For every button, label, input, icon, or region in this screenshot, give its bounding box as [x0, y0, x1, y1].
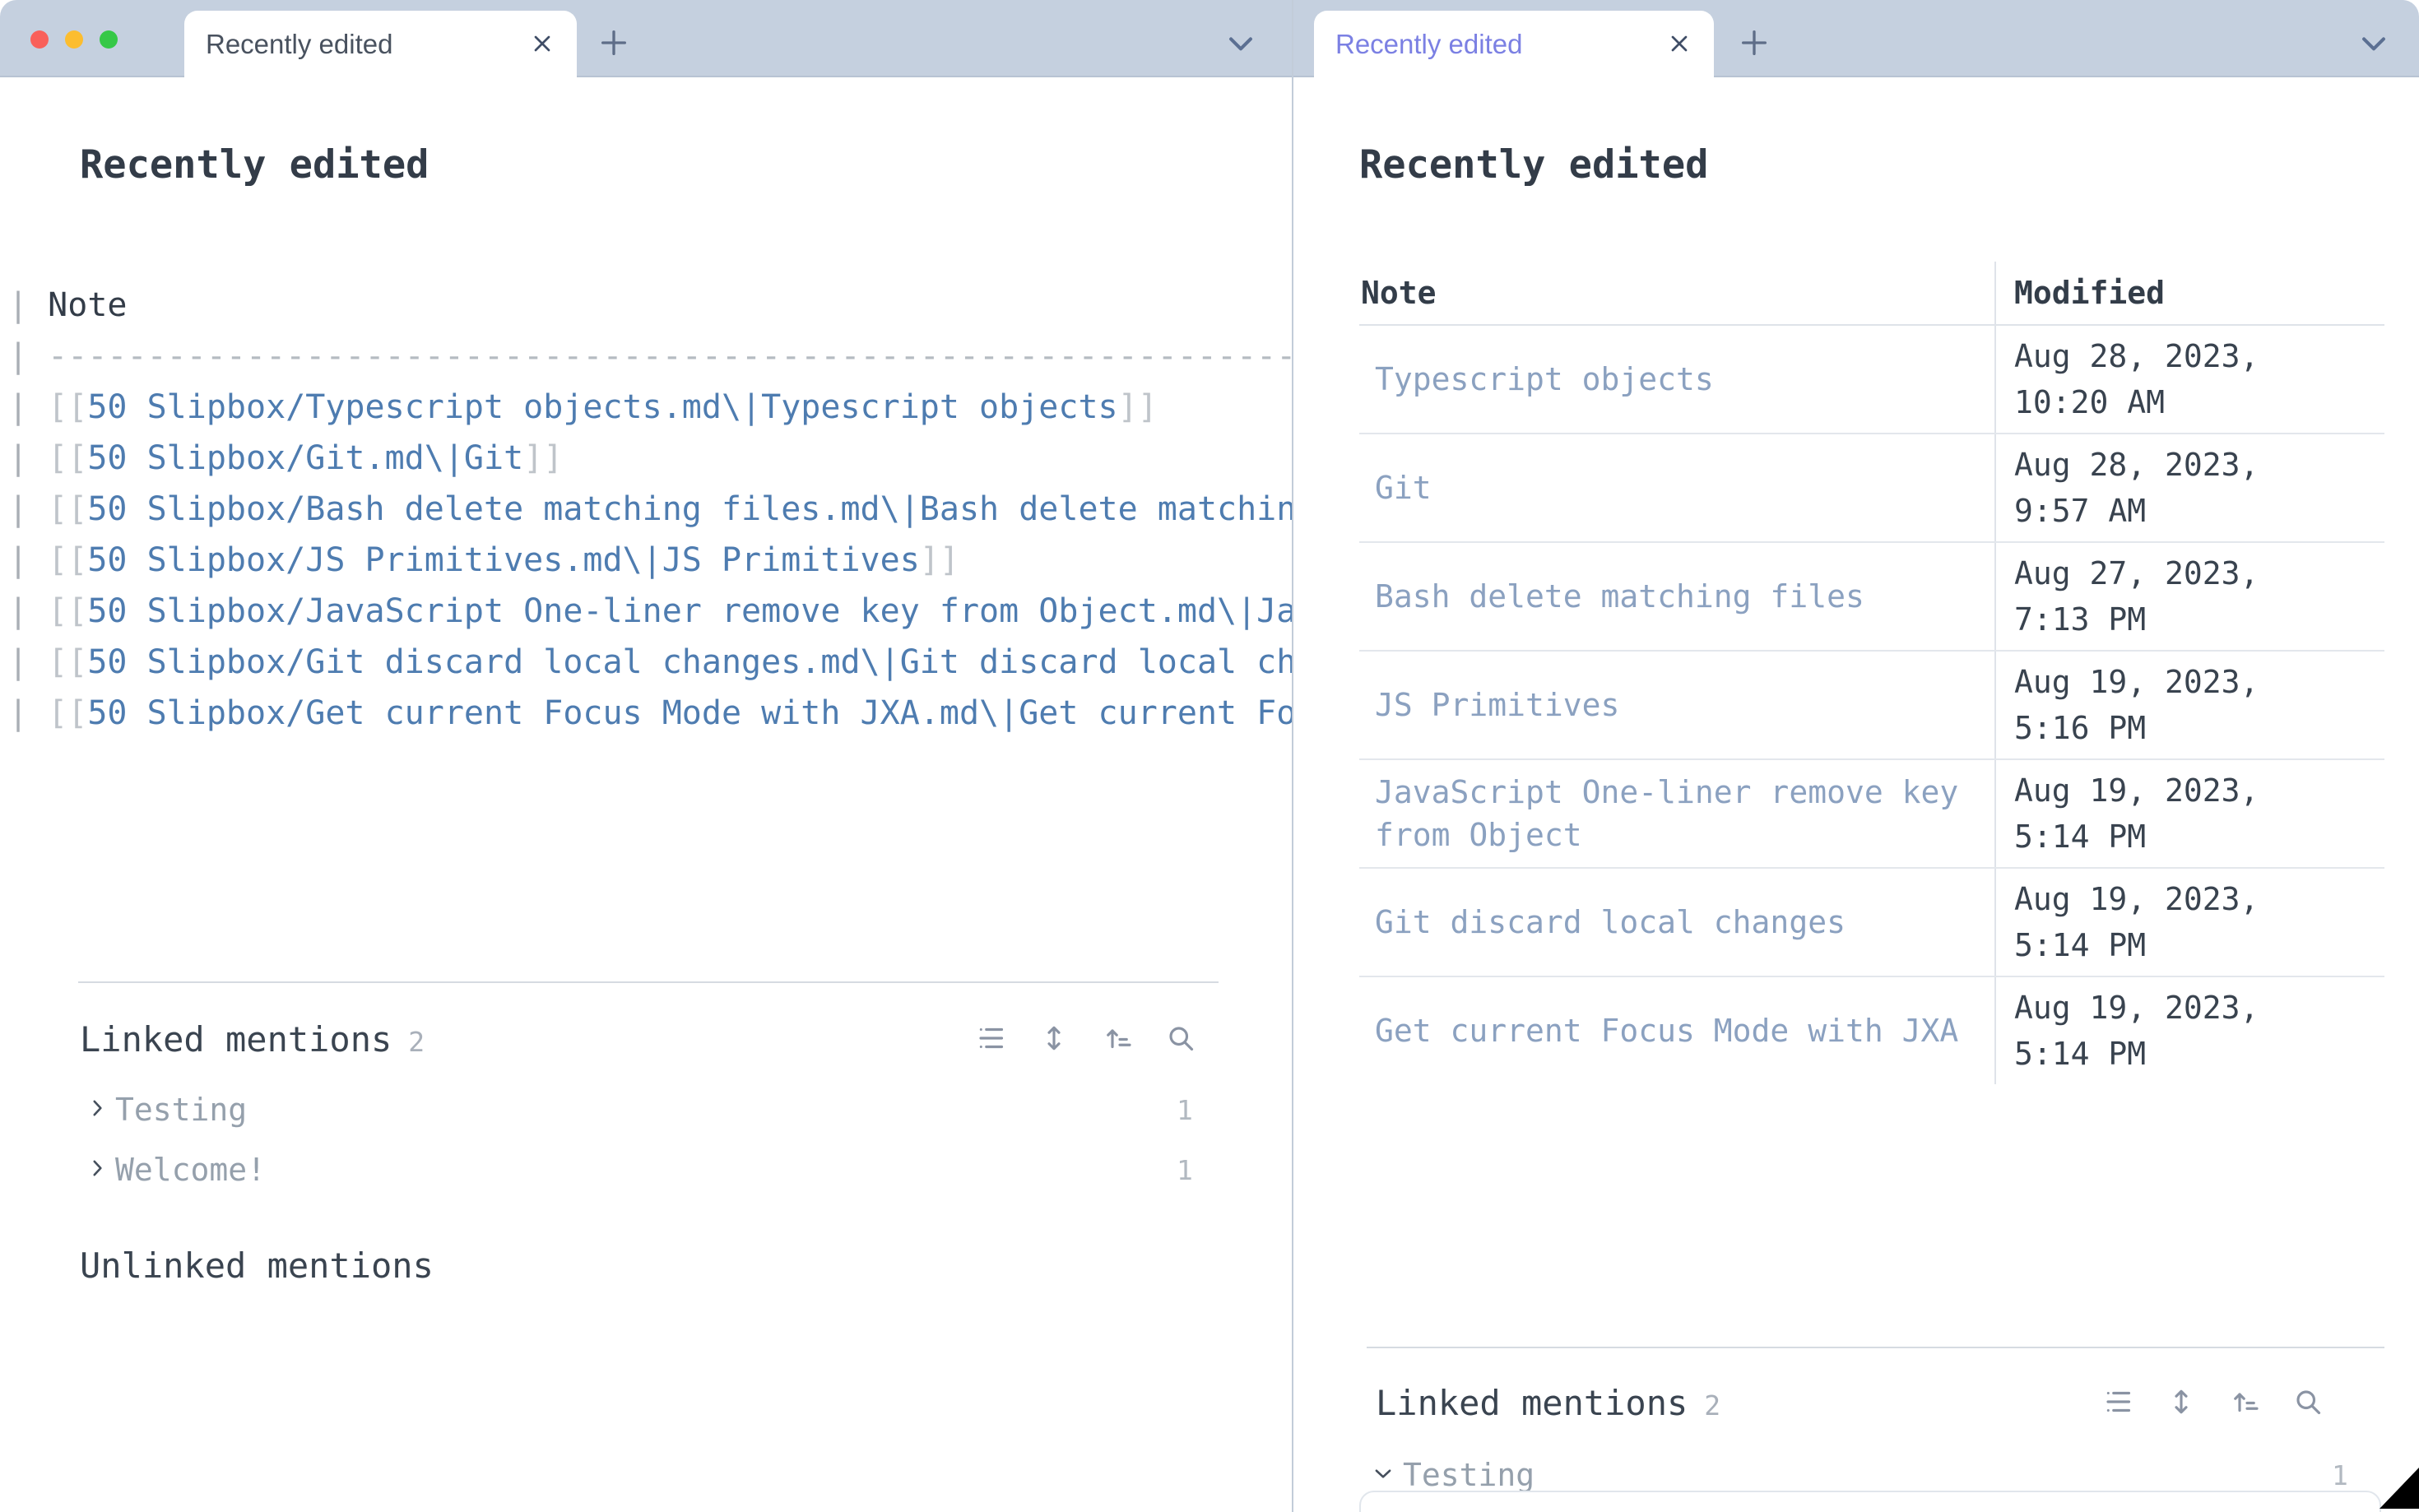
tab-title: Recently edited — [206, 11, 392, 77]
bullet-list-icon[interactable] — [976, 1023, 1005, 1056]
column-header-note: Note — [1359, 262, 1995, 325]
note-link[interactable]: JavaScript One-liner remove key from Obj… — [1359, 759, 1995, 868]
linked-mentions-heading: Linked mentions2 — [1376, 1384, 1720, 1422]
tab-recently-edited-right[interactable]: Recently edited — [1314, 11, 1714, 77]
modified-date: Aug 19, 2023, 5:14 PM — [1995, 868, 2384, 976]
backlink-item-count: 1 — [1177, 1094, 1193, 1127]
note-title: Recently edited — [80, 140, 429, 191]
wikilink[interactable]: 50 Slipbox/Git discard local changes.md\… — [87, 643, 1292, 681]
note-title: Recently edited — [1359, 140, 1708, 191]
chevron-right-icon[interactable] — [86, 1097, 108, 1122]
expand-collapse-icon[interactable] — [2166, 1387, 2196, 1420]
backlinks-toolbar — [2103, 1387, 2323, 1420]
pane-resize-handle[interactable] — [1292, 0, 1293, 1512]
editor-line-table-header[interactable]: | Note — [8, 280, 128, 331]
table-row: Get current Focus Mode with JXA Aug 19, … — [1359, 976, 2384, 1084]
backlink-item-welcome[interactable]: Welcome! — [115, 1151, 266, 1189]
note-link[interactable]: Git discard local changes — [1359, 868, 1995, 976]
search-icon[interactable] — [2293, 1387, 2323, 1420]
column-header-modified: Modified — [1995, 262, 2384, 325]
tabbar-right: Recently edited — [1293, 0, 2419, 77]
recently-edited-table: Note Modified Typescript objects Aug 28,… — [1359, 262, 2384, 1084]
editor-line-wikilink[interactable]: | [[50 Slipbox/Bash delete matching file… — [8, 484, 1292, 535]
linked-mentions-count: 2 — [1704, 1389, 1720, 1422]
modified-date: Aug 19, 2023, 5:14 PM — [1995, 976, 2384, 1084]
editor-line-wikilink[interactable]: | [[50 Slipbox/JavaScript One-liner remo… — [8, 586, 1292, 637]
backlinks-toolbar — [976, 1023, 1196, 1056]
unlinked-mentions-heading: Unlinked mentions — [80, 1247, 434, 1285]
close-tab-icon[interactable] — [1666, 30, 1692, 60]
modified-date: Aug 27, 2023, 7:13 PM — [1995, 542, 2384, 651]
new-tab-icon[interactable] — [597, 26, 630, 63]
backlink-item-count: 1 — [1177, 1154, 1193, 1187]
backlinks-divider — [1367, 1347, 2384, 1348]
note-link[interactable]: Git — [1359, 434, 1995, 542]
editor-line-table-separator[interactable]: | --------------------------------------… — [8, 331, 1292, 382]
wikilink[interactable]: 50 Slipbox/Git.md\|Git — [87, 439, 523, 477]
backlink-item-count: 1 — [2332, 1459, 2348, 1492]
table-row: JS Primitives Aug 19, 2023, 5:16 PM — [1359, 651, 2384, 759]
editor-line-wikilink[interactable]: | [[50 Slipbox/Git.md\|Git]] — [8, 433, 563, 484]
wikilink[interactable]: 50 Slipbox/Bash delete matching files.md… — [87, 490, 1292, 528]
note-link[interactable]: Bash delete matching files — [1359, 542, 1995, 651]
modified-date: Aug 19, 2023, 5:16 PM — [1995, 651, 2384, 759]
tab-list-chevron-down-icon[interactable] — [1223, 25, 1259, 64]
search-icon[interactable] — [1166, 1023, 1196, 1056]
expand-collapse-icon[interactable] — [1039, 1023, 1069, 1056]
chevron-down-icon[interactable] — [1372, 1463, 1394, 1487]
backlink-item-testing[interactable]: Testing — [1403, 1456, 1535, 1494]
backlinks-divider — [78, 981, 1219, 983]
pane-editor: Recently edited Recently edited | Note |… — [0, 0, 1292, 1512]
new-tab-icon[interactable] — [1738, 26, 1771, 63]
editor-line-wikilink[interactable]: | [[50 Slipbox/Get current Focus Mode wi… — [8, 688, 1292, 739]
editor-line-wikilink[interactable]: | [[50 Slipbox/Git discard local changes… — [8, 637, 1292, 688]
table-header-row: Note Modified — [1359, 262, 2384, 325]
linked-mentions-count: 2 — [408, 1026, 425, 1058]
sort-order-icon[interactable] — [1103, 1023, 1132, 1056]
bullet-list-icon[interactable] — [2103, 1387, 2133, 1420]
wikilink[interactable]: 50 Slipbox/Typescript objects.md\|Typesc… — [87, 388, 1117, 426]
wikilink[interactable]: 50 Slipbox/JS Primitives.md\|JS Primitiv… — [87, 541, 919, 579]
tabbar-left: Recently edited — [0, 0, 1292, 77]
sort-order-icon[interactable] — [2230, 1387, 2259, 1420]
wikilink[interactable]: 50 Slipbox/JavaScript One-liner remove k… — [87, 592, 1292, 630]
mouse-cursor — [2380, 1468, 2419, 1512]
table-row: Git discard local changes Aug 19, 2023, … — [1359, 868, 2384, 976]
note-link[interactable]: JS Primitives — [1359, 651, 1995, 759]
pane-preview: Recently edited Recently edited Note Mod… — [1293, 0, 2419, 1512]
obsidian-window: Recently edited Recently edited | Note |… — [0, 0, 2419, 1512]
close-tab-icon[interactable] — [529, 30, 555, 60]
tab-title: Recently edited — [1335, 11, 1522, 77]
tab-list-chevron-down-icon[interactable] — [2356, 25, 2392, 64]
modified-date: Aug 19, 2023, 5:14 PM — [1995, 759, 2384, 868]
zoom-window-button[interactable] — [100, 30, 118, 49]
tab-recently-edited-left[interactable]: Recently edited — [184, 11, 577, 77]
chevron-right-icon[interactable] — [86, 1157, 108, 1182]
modified-date: Aug 28, 2023, 10:20 AM — [1995, 325, 2384, 434]
table-row: Git Aug 28, 2023, 9:57 AM — [1359, 434, 2384, 542]
linked-mentions-heading: Linked mentions2 — [80, 1021, 425, 1059]
backlink-result-card[interactable] — [1359, 1491, 2381, 1512]
minimize-window-button[interactable] — [65, 30, 83, 49]
note-link[interactable]: Typescript objects — [1359, 325, 1995, 434]
editor-line-wikilink[interactable]: | [[50 Slipbox/Typescript objects.md\|Ty… — [8, 382, 1158, 433]
modified-date: Aug 28, 2023, 9:57 AM — [1995, 434, 2384, 542]
table-row: Bash delete matching files Aug 27, 2023,… — [1359, 542, 2384, 651]
table-row: Typescript objects Aug 28, 2023, 10:20 A… — [1359, 325, 2384, 434]
editor-line-wikilink[interactable]: | [[50 Slipbox/JS Primitives.md\|JS Prim… — [8, 535, 959, 586]
note-link[interactable]: Get current Focus Mode with JXA — [1359, 976, 1995, 1084]
close-window-button[interactable] — [30, 30, 49, 49]
table-row: JavaScript One-liner remove key from Obj… — [1359, 759, 2384, 868]
backlink-item-testing[interactable]: Testing — [115, 1091, 247, 1129]
wikilink[interactable]: 50 Slipbox/Get current Focus Mode with J… — [87, 694, 1292, 732]
